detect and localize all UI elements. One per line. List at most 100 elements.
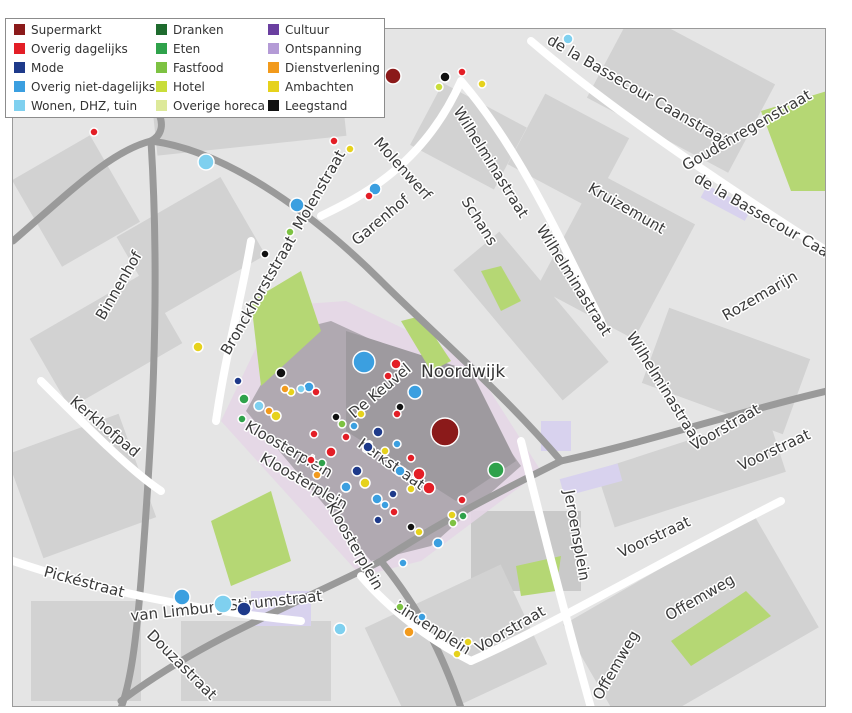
legend-swatch — [14, 81, 25, 92]
legend-label: Fastfood — [173, 61, 224, 75]
poi-marker-overig-dagelijks[interactable] — [383, 371, 393, 381]
poi-marker-fastfood[interactable] — [448, 518, 458, 528]
poi-marker-overig-niet-dagelijks[interactable] — [394, 465, 406, 477]
poi-marker-mode[interactable] — [351, 465, 363, 477]
legend-label: Hotel — [173, 80, 205, 94]
poi-marker-ambachten[interactable] — [406, 484, 416, 494]
legend-swatch — [268, 62, 279, 73]
legend-swatch — [156, 81, 167, 92]
poi-marker-fastfood[interactable] — [395, 602, 405, 612]
poi-marker-ambachten[interactable] — [270, 410, 282, 422]
poi-marker-wonen[interactable] — [197, 153, 215, 171]
poi-marker-dienstverlening[interactable] — [312, 470, 322, 480]
legend-label: Dranken — [173, 23, 224, 37]
poi-marker-leegstand[interactable] — [331, 412, 341, 422]
place-label: Noordwijk — [421, 362, 505, 382]
legend-label: Overig niet-dagelijks — [31, 80, 156, 94]
legend-item-leegstand: Leegstand — [268, 97, 347, 115]
legend-label: Wonen, DHZ, tuin — [31, 99, 138, 113]
poi-marker-wonen[interactable] — [253, 400, 265, 412]
poi-marker-mode[interactable] — [236, 601, 252, 617]
poi-marker-ambachten[interactable] — [477, 79, 487, 89]
poi-marker-dienstverlening[interactable] — [403, 626, 415, 638]
legend-swatch — [14, 24, 25, 35]
poi-marker-fastfood[interactable] — [337, 419, 347, 429]
poi-marker-leegstand[interactable] — [439, 71, 451, 83]
poi-marker-mode[interactable] — [373, 515, 383, 525]
poi-marker-overig-dagelijks[interactable] — [389, 507, 399, 517]
poi-marker-overig-niet-dagelijks[interactable] — [407, 384, 423, 400]
poi-marker-overig-niet-dagelijks[interactable] — [349, 421, 359, 431]
legend-item-cultuur: Cultuur — [268, 21, 329, 39]
legend-item-wonen: Wonen, DHZ, tuin — [14, 97, 137, 115]
poi-marker-leegstand[interactable] — [406, 522, 416, 532]
poi-marker-overig-niet-dagelijks[interactable] — [173, 588, 191, 606]
poi-marker-overig-dagelijks[interactable] — [325, 446, 337, 458]
poi-marker-supermarkt[interactable] — [430, 417, 460, 447]
poi-marker-wonen[interactable] — [333, 622, 347, 636]
poi-marker-ambachten[interactable] — [380, 446, 390, 456]
map[interactable]: de la Bassecour Caanstraat Goudenregenst… — [12, 28, 826, 707]
poi-marker-overig-niet-dagelijks[interactable] — [417, 612, 427, 622]
poi-marker-fastfood[interactable] — [285, 227, 295, 237]
poi-marker-dienstverlening[interactable] — [280, 384, 290, 394]
legend-item-ambachten: Ambachten — [268, 78, 354, 96]
poi-marker-overig-dagelijks[interactable] — [306, 455, 316, 465]
poi-marker-eten[interactable] — [487, 461, 505, 479]
poi-marker-leegstand[interactable] — [260, 249, 270, 259]
poi-marker-overig-dagelijks[interactable] — [341, 432, 351, 442]
poi-marker-overig-dagelijks[interactable] — [309, 429, 319, 439]
poi-marker-ambachten[interactable] — [463, 637, 473, 647]
poi-marker-eten[interactable] — [238, 393, 250, 405]
poi-marker-leegstand[interactable] — [275, 367, 287, 379]
poi-marker-wonen[interactable] — [213, 594, 233, 614]
poi-marker-overig-dagelijks[interactable] — [390, 358, 402, 370]
legend-label: Cultuur — [285, 23, 330, 37]
legend-item-overige-horeca: Overige horeca — [156, 97, 265, 115]
poi-marker-overig-dagelijks[interactable] — [392, 409, 402, 419]
poi-marker-ambachten[interactable] — [447, 510, 457, 520]
legend-swatch — [156, 100, 167, 111]
poi-marker-overig-dagelijks[interactable] — [457, 495, 467, 505]
legend-swatch — [156, 43, 167, 54]
poi-marker-mode[interactable] — [372, 426, 384, 438]
poi-marker-ambachten[interactable] — [452, 649, 462, 659]
poi-marker-supermarkt[interactable] — [384, 67, 402, 85]
poi-marker-overig-dagelijks[interactable] — [422, 481, 436, 495]
poi-marker-overig-dagelijks[interactable] — [329, 136, 339, 146]
poi-marker-overig-dagelijks[interactable] — [364, 191, 374, 201]
poi-marker-overig-niet-dagelijks[interactable] — [432, 537, 444, 549]
legend-item-hotel: Hotel — [156, 78, 205, 96]
poi-marker-mode[interactable] — [233, 376, 243, 386]
poi-marker-overig-niet-dagelijks[interactable] — [398, 558, 408, 568]
poi-marker-mode[interactable] — [388, 489, 398, 499]
poi-marker-overig-dagelijks[interactable] — [406, 453, 416, 463]
poi-marker-ambachten[interactable] — [356, 409, 366, 419]
legend: Supermarkt Overig dagelijks Mode Overig … — [5, 18, 385, 118]
poi-marker-mode[interactable] — [362, 441, 374, 453]
poi-marker-wonen[interactable] — [296, 384, 306, 394]
poi-marker-ambachten[interactable] — [414, 527, 424, 537]
poi-marker-ambachten[interactable] — [345, 144, 355, 154]
legend-item-eten: Eten — [156, 40, 200, 58]
poi-marker-overig-niet-dagelijks[interactable] — [371, 493, 383, 505]
poi-marker-hotel[interactable] — [434, 82, 444, 92]
poi-marker-overig-dagelijks[interactable] — [412, 467, 426, 481]
poi-marker-eten[interactable] — [458, 511, 468, 521]
poi-marker-eten[interactable] — [237, 414, 247, 424]
legend-item-dienstverlening: Dienstverlening — [268, 59, 380, 77]
poi-marker-overig-niet-dagelijks[interactable] — [392, 439, 402, 449]
poi-marker-overig-dagelijks[interactable] — [89, 127, 99, 137]
poi-marker-ambachten[interactable] — [192, 341, 204, 353]
poi-marker-overig-dagelijks[interactable] — [311, 387, 321, 397]
poi-marker-overig-niet-dagelijks[interactable] — [352, 350, 376, 374]
poi-marker-wonen[interactable] — [562, 33, 574, 45]
poi-marker-ambachten[interactable] — [359, 477, 371, 489]
poi-marker-overig-dagelijks[interactable] — [457, 67, 467, 77]
poi-marker-overig-niet-dagelijks[interactable] — [380, 500, 390, 510]
legend-swatch — [268, 81, 279, 92]
map-canvas: de la Bassecour Caanstraat Goudenregenst… — [13, 29, 825, 706]
poi-marker-overig-niet-dagelijks[interactable] — [289, 197, 305, 213]
poi-marker-eten[interactable] — [317, 458, 327, 468]
poi-marker-overig-niet-dagelijks[interactable] — [340, 481, 352, 493]
